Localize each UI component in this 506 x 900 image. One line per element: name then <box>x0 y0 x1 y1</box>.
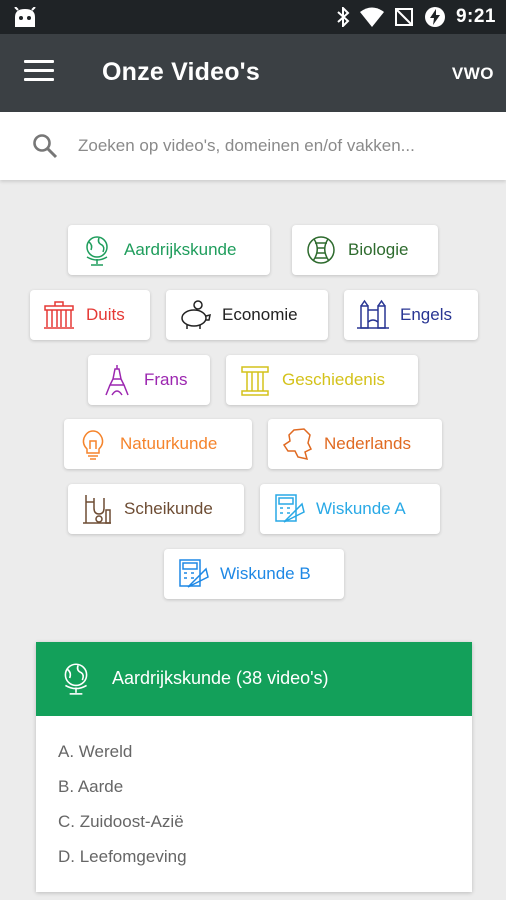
subject-label: Wiskunde A <box>316 499 406 518</box>
search-input[interactable] <box>78 130 478 162</box>
wifi-icon <box>359 7 384 27</box>
card-header[interactable]: Aardrijkskunde (38 video's) <box>36 642 472 716</box>
subject-chip-geschiedenis[interactable]: Geschiedenis <box>226 355 418 405</box>
globe-icon <box>86 236 108 266</box>
globe-icon <box>64 663 88 695</box>
status-bar: 9:21 <box>0 0 506 34</box>
subject-label: Aardrijkskunde <box>124 240 237 259</box>
subject-label: Scheikunde <box>124 499 213 518</box>
tower-bridge-icon <box>357 299 389 329</box>
level-selector[interactable]: VWO <box>452 64 494 84</box>
bluetooth-icon <box>337 7 350 27</box>
domain-item[interactable]: D. Leefomgeving <box>58 839 187 874</box>
card-title: Aardrijkskunde (38 video's) <box>112 668 329 688</box>
subject-label: Duits <box>86 305 125 324</box>
piggy-bank-icon <box>181 300 211 329</box>
dna-icon <box>307 236 335 264</box>
calculator-icon <box>275 494 305 523</box>
subject-chip-economie[interactable]: Economie <box>166 290 328 340</box>
subject-chip-frans[interactable]: Frans <box>88 355 210 405</box>
subject-chip-wiskunde-b[interactable]: Wiskunde B <box>164 549 344 599</box>
subject-chip-natuurkunde[interactable]: Natuurkunde <box>64 419 252 469</box>
no-signal-icon <box>394 8 413 26</box>
subject-chip-wiskunde-a[interactable]: Wiskunde A <box>260 484 440 534</box>
subject-label: Economie <box>222 305 298 324</box>
subject-label: Frans <box>144 370 188 389</box>
subject-label: Nederlands <box>324 434 411 453</box>
subject-label: Geschiedenis <box>282 370 386 389</box>
subject-label: Wiskunde B <box>220 564 311 583</box>
subject-label: Biologie <box>348 240 409 259</box>
netherlands-map-icon <box>282 428 313 461</box>
subject-chip-biologie[interactable]: Biologie <box>292 225 438 275</box>
domain-list: A. Wereld B. Aarde C. Zuidoost-Azië D. L… <box>58 734 187 874</box>
domain-item[interactable]: C. Zuidoost-Azië <box>58 804 187 839</box>
brandenburg-gate-icon <box>44 301 74 329</box>
eiffel-tower-icon <box>105 365 129 396</box>
subject-domain-card: Aardrijkskunde (38 video's) A. Wereld B.… <box>36 642 472 892</box>
lab-flask-icon <box>83 495 111 524</box>
page-title: Onze Video's <box>102 58 260 86</box>
subject-label: Natuurkunde <box>120 434 218 453</box>
app-toolbar: Onze Video's VWO <box>0 34 506 112</box>
battery-charging-icon <box>424 7 445 27</box>
lightbulb-icon <box>82 430 104 460</box>
domain-item[interactable]: B. Aarde <box>58 769 187 804</box>
subject-label: Engels <box>400 305 452 324</box>
status-time: 9:21 <box>455 6 496 27</box>
calculator-icon <box>179 559 209 588</box>
search-icon[interactable] <box>32 133 58 159</box>
android-icon <box>14 7 36 27</box>
subject-chip-engels[interactable]: Engels <box>344 290 478 340</box>
subject-chip-scheikunde[interactable]: Scheikunde <box>68 484 244 534</box>
subject-chip-aardrijkskunde[interactable]: Aardrijkskunde <box>68 225 270 275</box>
menu-icon[interactable] <box>24 60 54 86</box>
search-bar <box>0 112 506 180</box>
subject-chip-duits[interactable]: Duits <box>30 290 150 340</box>
column-icon <box>241 366 269 396</box>
subject-chip-nederlands[interactable]: Nederlands <box>268 419 442 469</box>
domain-item[interactable]: A. Wereld <box>58 734 187 769</box>
